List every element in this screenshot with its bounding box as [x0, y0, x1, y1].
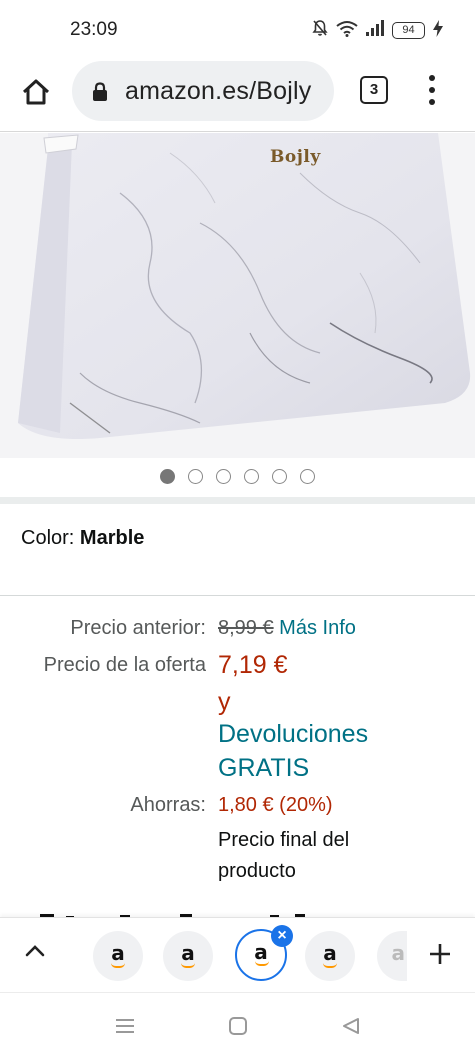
recents-button[interactable] [112, 1013, 138, 1039]
previous-price-label: Precio anterior: [70, 617, 206, 639]
system-nav-bar [0, 992, 475, 1056]
final-price-note-line2: producto [218, 860, 296, 882]
tab-switcher-button[interactable]: 3 [360, 76, 388, 104]
tab-3-active[interactable]: a × [235, 925, 293, 981]
charging-icon [433, 19, 443, 42]
amazon-favicon: a [111, 941, 125, 965]
plus-icon [430, 944, 450, 964]
amazon-favicon: a [391, 941, 406, 965]
tab-1[interactable]: a [93, 931, 143, 981]
close-tab-icon[interactable]: × [271, 925, 293, 947]
menu-icon[interactable] [422, 72, 442, 108]
carousel-dot-5[interactable] [272, 469, 287, 484]
status-icons: 94 [312, 19, 443, 42]
carousel-dots [160, 469, 315, 484]
savings-label: Ahorras: [130, 794, 206, 816]
battery-icon: 94 [392, 22, 425, 39]
back-button[interactable] [338, 1013, 364, 1039]
section-divider [0, 497, 475, 504]
deal-price: 7,19 € [218, 651, 288, 679]
deal-price-label: Precio de la oferta [43, 654, 206, 676]
previous-price-row: 8,99 € Más Info [218, 617, 356, 640]
address-bar[interactable]: amazon.es/Bojly [72, 61, 334, 121]
lock-icon [92, 82, 108, 107]
wifi-icon [336, 20, 358, 42]
carousel-dot-2[interactable] [188, 469, 203, 484]
section-divider-thin [0, 595, 475, 596]
tab-2[interactable]: a [163, 931, 213, 981]
amazon-smile-icon [255, 961, 269, 966]
signal-icon [366, 20, 384, 41]
home-nav-button[interactable] [225, 1013, 251, 1039]
new-tab-button[interactable] [428, 940, 452, 970]
brand-logo-text: Bojly [270, 147, 321, 167]
savings-value: 1,80 € (20%) [218, 794, 333, 816]
marble-bag-illustration [0, 133, 475, 458]
color-label: Color: [21, 527, 75, 549]
free-returns-link-gratis[interactable]: GRATIS [218, 754, 309, 783]
product-image[interactable]: Bojly [0, 133, 475, 458]
final-price-note-line1: Precio final del [218, 829, 350, 851]
status-time: 23:09 [70, 19, 118, 40]
tab-4[interactable]: a [305, 931, 355, 981]
previous-price: 8,99 € [218, 617, 274, 639]
carousel-dot-1[interactable] [160, 469, 175, 484]
status-bar: 23:09 94 [0, 0, 475, 58]
carousel-dot-3[interactable] [216, 469, 231, 484]
home-button[interactable] [18, 74, 54, 110]
carousel-dot-6[interactable] [300, 469, 315, 484]
amazon-smile-icon [323, 963, 337, 968]
browser-toolbar: amazon.es/Bojly 3 [0, 58, 475, 132]
back-triangle-icon [343, 1018, 359, 1034]
menu-lines-icon [116, 1019, 134, 1033]
amazon-smile-icon [181, 963, 195, 968]
tab-strip: a a a × a a [0, 917, 475, 992]
color-selection: Color: Marble [21, 527, 144, 550]
amazon-favicon: a [181, 941, 195, 965]
more-info-link[interactable]: Más Info [279, 617, 356, 639]
color-value: Marble [79, 527, 145, 549]
free-returns-link[interactable]: Devoluciones [218, 720, 368, 749]
mute-bell-icon [312, 19, 328, 42]
square-icon [229, 1017, 247, 1035]
and-word: y [218, 688, 231, 716]
tab-5[interactable]: a [377, 931, 407, 981]
home-icon [22, 79, 50, 105]
amazon-favicon: a [323, 941, 337, 965]
url-text: amazon.es/Bojly [125, 77, 312, 105]
chevron-up-icon[interactable] [24, 944, 46, 963]
carousel-dot-4[interactable] [244, 469, 259, 484]
amazon-smile-icon [111, 963, 125, 968]
